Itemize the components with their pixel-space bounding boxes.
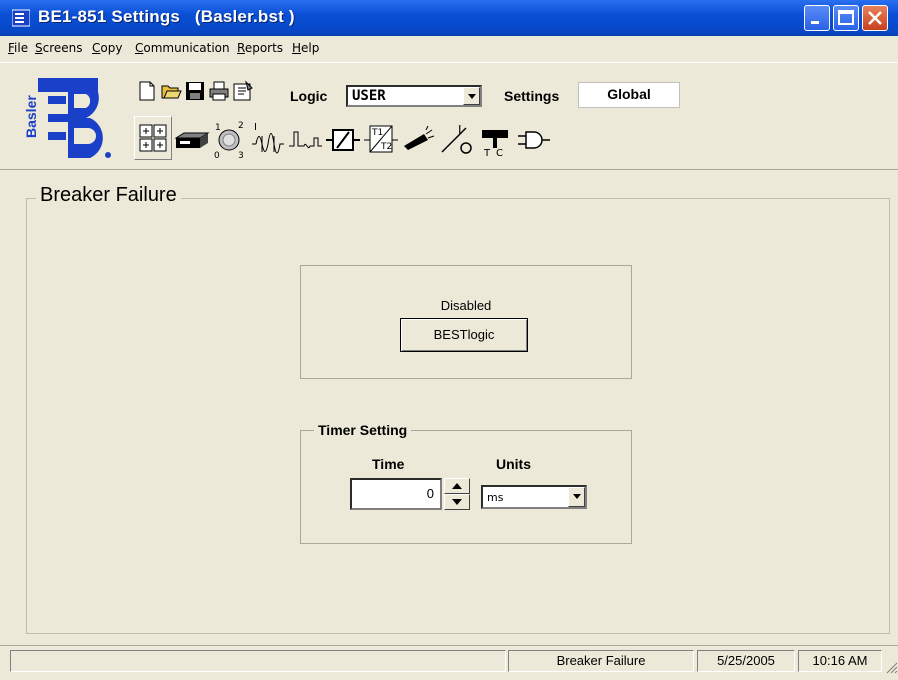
print-button[interactable] — [208, 80, 230, 102]
spin-up-button[interactable] — [444, 478, 470, 494]
menu-mnemonic: C — [135, 41, 144, 55]
screen-grid-button[interactable] — [134, 116, 172, 160]
maximize-icon — [838, 10, 854, 25]
properties-button[interactable] — [232, 80, 254, 102]
menu-mnemonic: C — [92, 41, 101, 55]
print-icon — [209, 81, 229, 101]
settings-label: Settings — [504, 88, 560, 104]
save-icon — [186, 82, 204, 100]
units-label: Units — [496, 456, 531, 472]
app-icon[interactable] — [12, 9, 30, 27]
fault-probe-icon — [404, 125, 435, 150]
units-value: ms — [487, 491, 504, 504]
menu-help[interactable]: Help — [292, 41, 319, 55]
logic-label: Logic — [290, 88, 328, 104]
menu-mnemonic: S — [35, 41, 43, 55]
relay-device-icon — [174, 132, 210, 148]
time-label: Time — [372, 456, 405, 472]
screen-breaker-button[interactable]: TC — [476, 116, 514, 160]
svg-text:T1: T1 — [371, 128, 383, 138]
arrow-down-icon — [452, 499, 462, 505]
menu-copy[interactable]: Copy — [92, 41, 122, 55]
waveform-icon: I — [252, 122, 284, 154]
menu-file[interactable]: File — [8, 41, 28, 55]
logic-value: USER — [352, 88, 386, 104]
menu-bar: File Screens Copy Communication Reports … — [0, 36, 898, 62]
logo-text: Basler — [24, 95, 39, 138]
breaker-tc-icon: TC — [482, 130, 508, 159]
screen-timer-button[interactable]: T1 T2 — [362, 116, 400, 160]
screen-probe-button[interactable] — [400, 116, 438, 160]
close-icon — [868, 11, 882, 25]
menu-mnemonic: R — [237, 41, 245, 55]
timer-t1-t2-icon: T1T2 — [364, 125, 398, 153]
status-screen-name: Breaker Failure — [508, 650, 694, 672]
minimize-icon — [811, 21, 819, 24]
status-pane-empty — [10, 650, 506, 672]
svg-text:0: 0 — [214, 151, 220, 160]
breaker-failure-group — [26, 198, 890, 634]
timer-setting-title: Timer Setting — [314, 422, 412, 438]
svg-text:3: 3 — [238, 151, 244, 160]
schmitt-icon — [326, 129, 360, 151]
screen-waveform-button[interactable]: I — [248, 116, 286, 160]
spin-down-button[interactable] — [444, 494, 470, 510]
new-file-button[interactable] — [136, 80, 158, 102]
dial-switch-icon: 1 2 0 3 — [214, 121, 244, 161]
arrow-up-icon — [452, 483, 462, 489]
page-title: Breaker Failure — [36, 184, 181, 207]
screen-logic-button[interactable] — [514, 116, 552, 160]
properties-icon — [233, 80, 253, 101]
time-input[interactable]: 0 — [350, 478, 442, 510]
pulse-icon — [289, 131, 322, 149]
maximize-button[interactable] — [833, 5, 859, 31]
logic-status-text: Disabled — [440, 298, 492, 313]
menu-reports[interactable]: Reports — [237, 41, 283, 55]
menu-file-rest: ile — [14, 41, 29, 55]
open-folder-icon — [161, 85, 182, 99]
screen-relay-button[interactable] — [172, 116, 210, 160]
basler-logo: Basler — [24, 78, 114, 160]
save-button[interactable] — [184, 80, 206, 102]
settings-value-box: Global — [578, 82, 680, 108]
svg-text:2: 2 — [238, 121, 244, 131]
grid-screen-icon — [139, 124, 167, 152]
new-file-icon — [139, 81, 155, 101]
screen-pulse-button[interactable] — [286, 116, 324, 160]
chevron-down-icon[interactable] — [463, 87, 480, 105]
menu-communication[interactable]: Communication — [135, 41, 230, 55]
screen-dial-button[interactable]: 1 2 0 3 — [210, 116, 248, 161]
status-date: 5/25/2005 — [697, 650, 795, 672]
resize-grip-icon[interactable] — [884, 660, 898, 674]
svg-text:1: 1 — [215, 123, 221, 133]
chevron-down-icon[interactable] — [568, 487, 585, 507]
svg-text:C: C — [496, 148, 503, 159]
current-switch-icon: I — [441, 123, 472, 154]
window-title: BE1-851 Settings (Basler.bst ) — [38, 7, 295, 26]
units-dropdown[interactable]: ms — [481, 485, 587, 509]
bestlogic-button[interactable]: BESTlogic — [400, 318, 528, 352]
screen-schmitt-button[interactable] — [324, 116, 362, 160]
close-button[interactable] — [862, 5, 888, 31]
svg-text:T2: T2 — [380, 142, 392, 152]
and-gate-icon — [518, 131, 550, 149]
menu-mnemonic: H — [292, 41, 302, 55]
svg-text:I: I — [254, 122, 257, 133]
logic-dropdown[interactable]: USER — [346, 85, 482, 107]
time-spinner[interactable] — [444, 478, 470, 510]
menu-screens[interactable]: Screens — [35, 41, 83, 55]
svg-text:T: T — [483, 148, 491, 159]
minimize-button[interactable] — [804, 5, 830, 31]
status-time: 10:16 AM — [798, 650, 882, 672]
open-button[interactable] — [160, 80, 182, 102]
screen-current-switch-button[interactable]: I — [438, 116, 476, 160]
